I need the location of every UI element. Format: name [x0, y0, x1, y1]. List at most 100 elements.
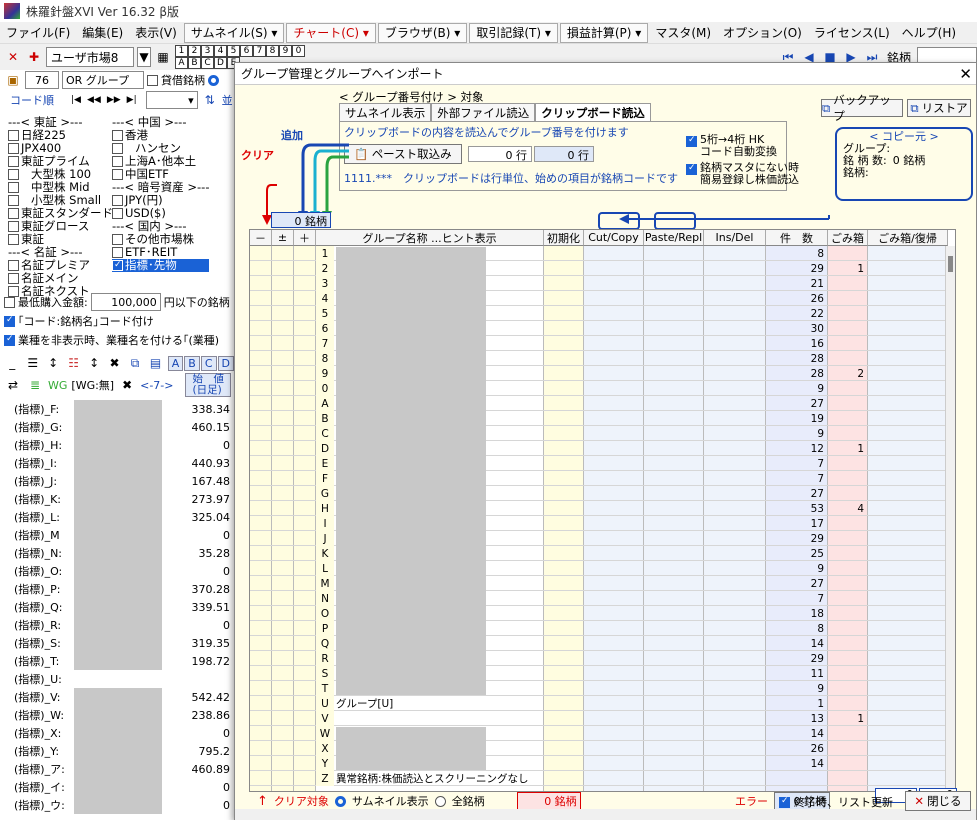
index-row[interactable]: (指標)_V: 542.42 — [0, 688, 236, 706]
category-checkbox[interactable] — [8, 234, 19, 245]
grid-scrollbar-thumb[interactable] — [948, 256, 953, 272]
category-checkbox[interactable] — [112, 195, 123, 206]
category-item[interactable]: 指標･先物 — [112, 259, 210, 272]
category-checkbox[interactable] — [112, 143, 123, 154]
code-order-label[interactable]: コード順 — [4, 92, 54, 108]
close-icon[interactable]: ✕ — [959, 65, 972, 83]
index-row[interactable]: (指標)_P: 370.28 — [0, 580, 236, 598]
updown2-icon[interactable]: ↕ — [86, 354, 102, 372]
category-checkbox[interactable] — [112, 169, 123, 180]
close-button[interactable]: ✕ 閉じる — [905, 791, 971, 811]
menu-item[interactable]: サムネイル(S) ▾ — [183, 22, 285, 43]
underline-icon[interactable]: _ — [4, 354, 20, 372]
index-row[interactable]: (指標)_W: 238.86 — [0, 706, 236, 724]
group-number-button[interactable]: 6 — [240, 45, 253, 57]
menu-item[interactable]: 損益計算(P) ▾ — [559, 22, 649, 43]
group-number-button[interactable]: 2 — [188, 45, 201, 57]
code-name-checkbox[interactable] — [4, 315, 15, 327]
category-checkbox[interactable] — [8, 130, 19, 141]
category-checkbox[interactable] — [8, 143, 19, 154]
radio-thumbnail[interactable] — [334, 795, 346, 807]
group-number-input[interactable]: 76 — [25, 71, 59, 89]
grid-column-header[interactable]: ± — [272, 230, 294, 246]
group-letter-button[interactable]: D — [214, 57, 227, 69]
updown-icon[interactable]: ↕ — [45, 354, 61, 372]
nav-glyph-icon[interactable]: ◀◀ — [87, 95, 101, 105]
group-number-button[interactable]: 4 — [214, 45, 227, 57]
grid-column-header[interactable]: Paste/Repl — [644, 230, 704, 246]
swap-icon[interactable]: ⇄ — [4, 376, 22, 394]
category-checkbox[interactable] — [8, 195, 19, 206]
menu-item[interactable]: ヘルプ(H) — [896, 23, 962, 43]
nav-glyph-icon[interactable]: ▶| — [127, 95, 137, 105]
index-row[interactable]: (指標)_R: 0 — [0, 616, 236, 634]
letter-tab[interactable]: D — [217, 355, 234, 371]
letter-tab[interactable]: B — [184, 355, 200, 371]
category-checkbox[interactable] — [112, 208, 123, 219]
category-checkbox[interactable] — [8, 208, 19, 219]
index-row[interactable]: (指標)_H: 0 — [0, 436, 236, 454]
index-row[interactable]: (指標)_X: 0 — [0, 724, 236, 742]
update-checkbox[interactable] — [779, 796, 790, 808]
grid-icon[interactable]: ▦ — [154, 48, 172, 66]
menu-item[interactable]: ファイル(F) — [0, 23, 76, 43]
group-letter-button[interactable]: C — [201, 57, 214, 69]
group-number-button[interactable]: 9 — [279, 45, 292, 57]
menu-item[interactable]: チャート(C) ▾ — [286, 22, 376, 43]
market-select[interactable]: ユーザ市場8 — [46, 47, 134, 67]
nav-glyph-icon[interactable]: ▶▶ — [107, 95, 121, 105]
grid-column-header[interactable]: ＋ — [294, 230, 316, 246]
category-checkbox[interactable] — [112, 259, 123, 272]
group-number-button[interactable]: 3 — [201, 45, 214, 57]
menu-item[interactable]: 編集(E) — [76, 23, 129, 43]
restore-button[interactable]: ⧉ リストア — [907, 99, 971, 117]
grid-column-header[interactable]: グループ名称 ...ヒント表示 — [316, 230, 544, 246]
index-row[interactable]: (指標)_N: 35.28 — [0, 544, 236, 562]
min-price-input[interactable]: 100,000 — [90, 293, 161, 311]
grid-row-name[interactable]: 異常銘柄:株価読込とスクリーニングなし — [336, 771, 529, 786]
window-icon[interactable]: ⧉ — [127, 354, 143, 372]
menu-item[interactable]: ライセンス(L) — [808, 23, 896, 43]
market-dropdown-arrow[interactable]: ▼ — [137, 47, 151, 67]
index-row[interactable]: (指標)_G: 460.15 — [0, 418, 236, 436]
index-row[interactable]: (指標)_I: 440.93 — [0, 454, 236, 472]
sort-icon[interactable]: ⇅ — [201, 91, 219, 109]
index-row[interactable]: (指標)_J: 167.48 — [0, 472, 236, 490]
clear-x-icon[interactable]: ✖ — [118, 376, 136, 394]
wg-icon[interactable]: ≣ — [26, 376, 44, 394]
group-number-button[interactable]: 1 — [175, 45, 188, 57]
index-row[interactable]: (指標)_U: — [0, 670, 236, 688]
grid-row-name[interactable]: グループ[U] — [336, 696, 393, 711]
index-row[interactable]: (指標)_S: 319.35 — [0, 634, 236, 652]
category-checkbox[interactable] — [8, 260, 19, 271]
color-list-icon[interactable]: ☷ — [65, 354, 81, 372]
grid-column-header[interactable]: 初期化 — [544, 230, 584, 246]
index-row[interactable]: (指標)_T: 198.72 — [0, 652, 236, 670]
industry-checkbox[interactable] — [4, 334, 15, 346]
nav-glyph-icon[interactable]: |◀ — [71, 95, 81, 105]
letter-tab[interactable]: C — [200, 355, 217, 371]
index-row[interactable]: (指標)_イ: 0 — [0, 778, 236, 796]
menu-item[interactable]: 表示(V) — [129, 23, 183, 43]
group-mode-select[interactable]: OR グループ — [62, 71, 144, 89]
group-number-button[interactable]: 5 — [227, 45, 240, 57]
index-row[interactable]: (指標)_O: 0 — [0, 562, 236, 580]
menu-item[interactable]: オプション(O) — [717, 23, 808, 43]
group-letter-button[interactable]: A — [175, 57, 188, 69]
radio-on-icon[interactable] — [208, 74, 219, 86]
grid-column-header[interactable]: Cut/Copy — [584, 230, 644, 246]
grid-scrollbar[interactable] — [945, 246, 955, 791]
group-letter-button[interactable]: B — [188, 57, 201, 69]
close-x-icon[interactable]: ✕ — [4, 48, 22, 66]
index-row[interactable]: (指標)_ウ: 0 — [0, 796, 236, 814]
index-row[interactable]: (指標)_ア: 460.89 — [0, 760, 236, 778]
category-checkbox[interactable] — [112, 130, 123, 141]
category-checkbox[interactable] — [112, 247, 123, 258]
backup-button[interactable]: ⧉ バックアップ — [821, 93, 903, 123]
grid-column-header[interactable]: ごみ箱/復帰 — [868, 230, 948, 246]
grid-column-header[interactable]: － — [250, 230, 272, 246]
category-checkbox[interactable] — [8, 169, 19, 180]
source-tab[interactable]: 外部ファイル読込 — [431, 103, 536, 122]
min-price-checkbox[interactable] — [4, 296, 15, 308]
delete-x-icon[interactable]: ✖ — [106, 354, 122, 372]
